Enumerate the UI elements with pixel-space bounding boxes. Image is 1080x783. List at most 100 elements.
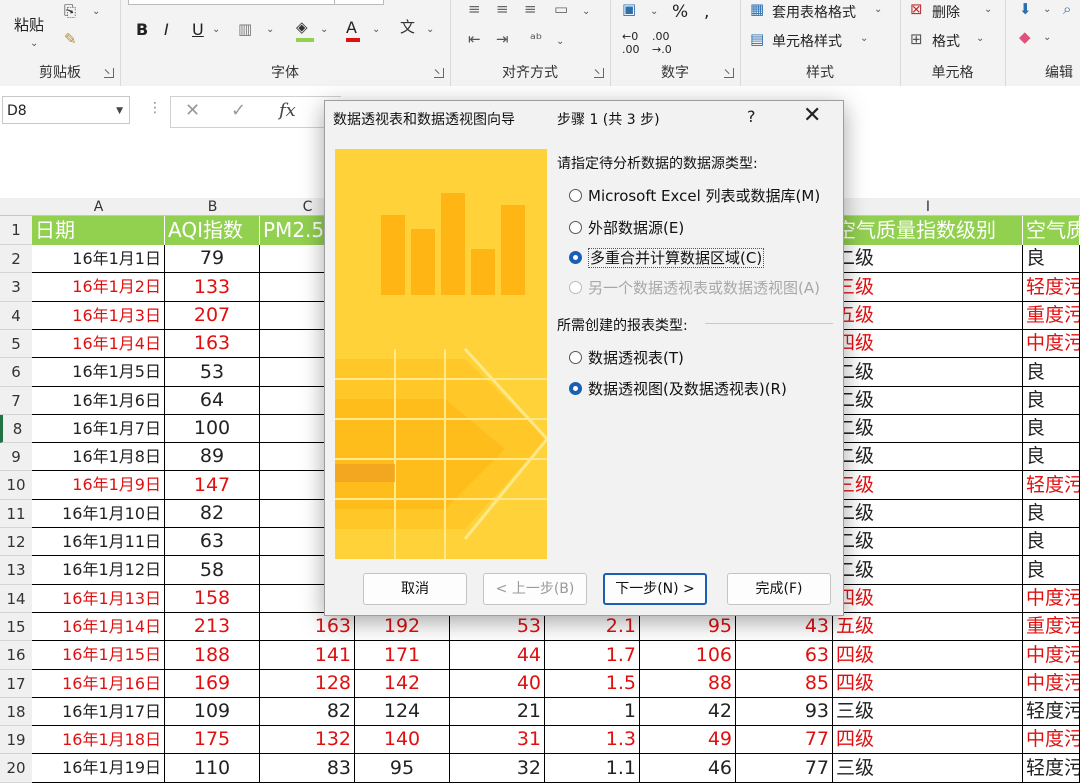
border-dropdown-icon[interactable]: ⌄ [266,24,274,35]
cell-level[interactable]: 四级 [833,641,1023,670]
cell-co[interactable]: 1.7 [545,641,640,670]
cell-date[interactable]: 16年1月17日 [32,698,165,726]
cell-quality[interactable]: 良 [1023,443,1080,471]
row-header-12[interactable]: 12 [0,528,32,556]
cell-level[interactable]: 二级 [833,528,1023,556]
cell-date[interactable]: 16年1月10日 [32,500,165,528]
cell-aqi[interactable]: 169 [165,670,260,698]
cell-aqi[interactable]: 147 [165,471,260,500]
cell-level[interactable]: 四级 [833,726,1023,754]
cell-aqi[interactable]: 188 [165,641,260,670]
cell-level[interactable]: 二级 [833,415,1023,443]
row-header-14[interactable]: 14 [0,585,32,613]
phonetic-icon[interactable]: 文 [400,16,415,37]
row-header-11[interactable]: 11 [0,500,32,528]
cell-co[interactable]: 1.1 [545,754,640,783]
option-pivot-chart[interactable]: 数据透视图(及数据透视表)(R) [569,378,787,399]
cell-pm25[interactable]: 83 [260,754,355,783]
paste-dropdown-icon[interactable]: ⌄ [30,38,38,49]
align-middle-icon[interactable]: ≡ [496,0,509,18]
clear-dropdown-icon[interactable]: ⌄ [1043,32,1051,43]
cell-aqi[interactable]: 133 [165,273,260,302]
cell-level[interactable]: 三级 [833,754,1023,783]
cell-level[interactable]: 五级 [833,613,1023,641]
more-dots-icon[interactable]: ⋮ [148,100,162,116]
fill-dropdown-icon[interactable]: ⌄ [320,24,328,35]
cell-no2[interactable]: 49 [640,726,736,754]
table-format-icon[interactable]: ▦ [750,0,764,18]
cell-level[interactable]: 二级 [833,387,1023,415]
cell-quality[interactable]: 中度污 [1023,641,1080,670]
row-header-15[interactable]: 15 [0,613,32,641]
number-launcher-icon[interactable] [724,68,734,78]
header-cell-level[interactable]: 空气质量指数级别 [833,216,1023,245]
cell-o3[interactable]: 43 [736,613,833,641]
cell-so2[interactable]: 44 [450,641,545,670]
radio-selected-icon[interactable] [569,382,582,395]
cell-styles-dropdown-icon[interactable]: ⌄ [860,33,868,44]
cell-quality[interactable]: 良 [1023,528,1080,556]
cell-level[interactable]: 三级 [833,273,1023,302]
cell-co[interactable]: 1.3 [545,726,640,754]
cell-aqi[interactable]: 158 [165,585,260,613]
cell-date[interactable]: 16年1月2日 [32,273,165,302]
cell-no2[interactable]: 95 [640,613,736,641]
option-pivot-table[interactable]: 数据透视表(T) [569,347,684,368]
cell-pm25[interactable]: 141 [260,641,355,670]
cell-aqi[interactable]: 53 [165,358,260,387]
format-painter-icon[interactable]: ✎ [64,30,77,48]
cell-date[interactable]: 16年1月9日 [32,471,165,500]
cell-aqi[interactable]: 163 [165,330,260,358]
cell-level[interactable]: 五级 [833,302,1023,330]
cell-quality[interactable]: 中度污 [1023,585,1080,613]
column-header-j[interactable] [1023,198,1080,216]
row-header-7[interactable]: 7 [0,387,32,415]
cell-aqi[interactable]: 110 [165,754,260,783]
font-color-button[interactable]: A [346,18,357,37]
cell-level[interactable]: 四级 [833,330,1023,358]
find-icon[interactable]: ⌕ [1063,0,1071,18]
cell-no2[interactable]: 88 [640,670,736,698]
font-launcher-icon[interactable] [434,68,444,78]
cancel-formula-icon[interactable]: ✕ [185,100,200,121]
row-header-19[interactable]: 19 [0,726,32,754]
cell-level[interactable]: 四级 [833,670,1023,698]
paste-button[interactable]: 粘贴 [14,14,44,35]
cell-level[interactable]: 二级 [833,556,1023,585]
cell-quality[interactable]: 轻度污 [1023,698,1080,726]
cell-co[interactable]: 2.1 [545,613,640,641]
row-header-8[interactable]: 8 [0,415,32,443]
name-box[interactable]: D8 ▼ [2,96,130,124]
row-header-1[interactable]: 1 [0,216,32,245]
delete-button[interactable]: 删除 [932,2,960,22]
cell-date[interactable]: 16年1月8日 [32,443,165,471]
next-button[interactable]: 下一步(N) > [603,573,707,605]
cell-date[interactable]: 16年1月15日 [32,641,165,670]
radio-icon[interactable] [569,189,582,202]
name-box-dropdown-icon[interactable]: ▼ [116,97,123,125]
row-header-5[interactable]: 5 [0,330,32,358]
format-icon[interactable]: ⊞ [910,30,923,48]
format-dropdown-icon[interactable]: ⌄ [976,33,984,44]
option-excel-list[interactable]: Microsoft Excel 列表或数据库(M) [569,185,820,206]
cell-aqi[interactable]: 58 [165,556,260,585]
wrap-text-icon[interactable]: ▭ [554,0,568,18]
finish-button[interactable]: 完成(F) [727,573,831,605]
cell-styles-icon[interactable]: ▤ [750,30,764,48]
cell-level[interactable]: 二级 [833,358,1023,387]
radio-selected-icon[interactable] [569,251,582,264]
option-multiple-ranges[interactable]: 多重合并计算数据区域(C) [569,247,765,268]
cell-aqi[interactable]: 109 [165,698,260,726]
cell-quality[interactable]: 中度污 [1023,330,1080,358]
row-header-16[interactable]: 16 [0,641,32,670]
cell-quality[interactable]: 良 [1023,245,1080,273]
fill-dropdown-icon[interactable]: ⌄ [1043,4,1051,15]
cell-so2[interactable]: 40 [450,670,545,698]
cell-aqi[interactable]: 207 [165,302,260,330]
cell-quality[interactable]: 良 [1023,556,1080,585]
percent-button[interactable]: % [672,2,688,22]
cell-aqi[interactable]: 100 [165,415,260,443]
row-header-10[interactable]: 10 [0,471,32,500]
cell-aqi[interactable]: 63 [165,528,260,556]
cell-no2[interactable]: 42 [640,698,736,726]
